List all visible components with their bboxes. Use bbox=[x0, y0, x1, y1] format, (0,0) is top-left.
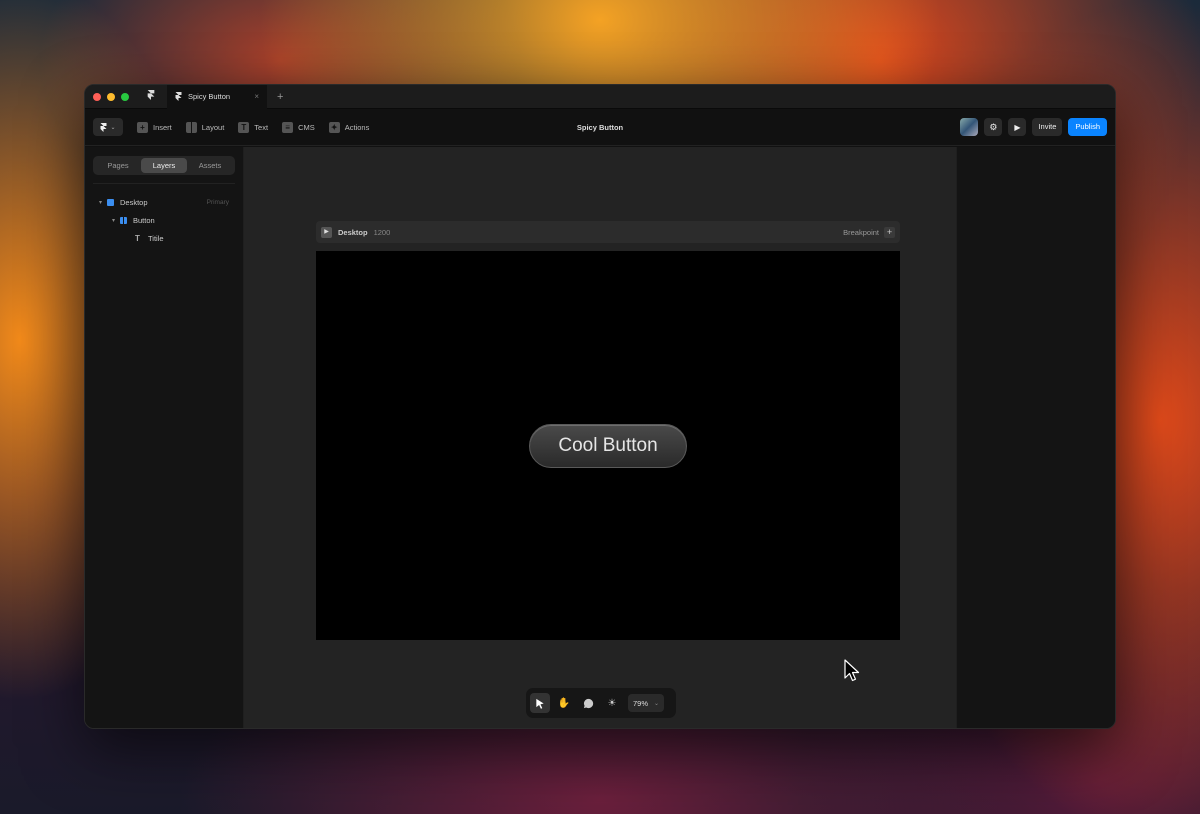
frame-name: Desktop bbox=[338, 227, 368, 237]
tab-layers[interactable]: Layers bbox=[141, 158, 187, 173]
hand-tool-button[interactable]: ✋ bbox=[554, 693, 574, 713]
text-icon: T bbox=[238, 121, 250, 133]
layout-icon bbox=[185, 121, 197, 133]
canvas-tool-bar: ✋ ☀ 79% ⌄ bbox=[526, 688, 676, 718]
breakpoint-control[interactable]: Breakpoint + bbox=[843, 226, 895, 238]
actions-button[interactable]: ✦ Actions bbox=[328, 121, 370, 133]
cms-label: CMS bbox=[298, 122, 315, 132]
layout-label: Layout bbox=[201, 122, 225, 132]
layer-title[interactable]: T Titile bbox=[85, 229, 243, 247]
properties-panel bbox=[956, 147, 1115, 728]
toolbar-right: ⚙ ▶ Invite Publish bbox=[960, 118, 1107, 136]
new-tab-button[interactable]: + bbox=[277, 91, 283, 103]
database-icon: ≡ bbox=[282, 121, 294, 133]
preview-button[interactable]: ▶ bbox=[1008, 118, 1027, 136]
frame-width: 1200 bbox=[373, 227, 391, 237]
framer-logo-icon[interactable] bbox=[143, 90, 159, 103]
layer-name: Titile bbox=[148, 233, 164, 243]
window-controls bbox=[93, 92, 129, 101]
tab-close-icon[interactable]: × bbox=[254, 92, 259, 101]
sidebar-tabs: Pages Layers Assets bbox=[93, 156, 235, 175]
layer-tree: ▾ Desktop Primary ▾ Button T Titile bbox=[85, 193, 243, 247]
publish-button[interactable]: Publish bbox=[1068, 118, 1107, 136]
close-window-button[interactable] bbox=[93, 92, 101, 101]
desktop-artboard[interactable]: Cool Button bbox=[316, 251, 900, 640]
layer-desktop[interactable]: ▾ Desktop Primary bbox=[85, 193, 243, 211]
gear-icon: ⚙ bbox=[989, 121, 998, 132]
title-bar: Spicy Button × + bbox=[85, 85, 1115, 109]
zoom-window-button[interactable] bbox=[121, 92, 129, 101]
caret-down-icon[interactable]: ▾ bbox=[99, 199, 107, 206]
comment-tool-button[interactable] bbox=[578, 693, 598, 713]
invite-button[interactable]: Invite bbox=[1032, 118, 1063, 136]
minimize-window-button[interactable] bbox=[107, 92, 115, 101]
zoom-select[interactable]: 79% ⌄ bbox=[628, 694, 665, 712]
tab-pages[interactable]: Pages bbox=[95, 158, 141, 173]
select-tool-button[interactable] bbox=[530, 693, 550, 713]
sidebar-divider bbox=[93, 183, 235, 184]
workspace: Pages Layers Assets ▾ Desktop Primary ▾ … bbox=[85, 147, 1115, 728]
canvas[interactable]: ▶ Desktop 1200 Breakpoint + Cool Button … bbox=[244, 147, 956, 728]
actions-label: Actions bbox=[344, 122, 370, 132]
theme-toggle-button[interactable]: ☀ bbox=[602, 693, 622, 713]
tab-title: Spicy Button bbox=[188, 92, 231, 101]
breakpoint-label: Breakpoint bbox=[843, 227, 879, 237]
chevron-down-icon: ⌄ bbox=[654, 700, 660, 707]
document-tab[interactable]: Spicy Button × bbox=[167, 85, 267, 109]
insert-button[interactable]: + Insert bbox=[137, 121, 172, 133]
add-breakpoint-icon[interactable]: + bbox=[884, 226, 895, 238]
text-icon: T bbox=[135, 233, 140, 243]
frame-header[interactable]: ▶ Desktop 1200 Breakpoint + bbox=[316, 221, 900, 243]
comment-icon bbox=[583, 698, 593, 708]
cms-button[interactable]: ≡ CMS bbox=[282, 121, 315, 133]
cool-button[interactable]: Cool Button bbox=[529, 424, 687, 468]
select-icon bbox=[536, 698, 544, 709]
tab-assets[interactable]: Assets bbox=[187, 158, 233, 173]
frame-icon bbox=[107, 198, 114, 206]
framer-tab-icon bbox=[175, 92, 182, 101]
layout-button[interactable]: Layout bbox=[185, 121, 225, 133]
app-window: Spicy Button × + ⌄ + Insert Layout T Tex… bbox=[84, 84, 1116, 729]
primary-tag: Primary bbox=[206, 198, 229, 206]
avatar[interactable] bbox=[960, 118, 979, 136]
toolbar: ⌄ + Insert Layout T Text ≡ CMS ✦ Actions… bbox=[85, 109, 1115, 146]
chevron-down-icon: ⌄ bbox=[110, 124, 116, 131]
theme-icon: ☀ bbox=[607, 697, 617, 709]
text-label: Text bbox=[254, 122, 269, 132]
caret-down-icon[interactable]: ▾ bbox=[112, 217, 120, 224]
main-menu-button[interactable]: ⌄ bbox=[93, 118, 123, 136]
zoom-value: 79% bbox=[633, 698, 649, 708]
mouse-cursor-icon bbox=[844, 659, 860, 682]
play-icon[interactable]: ▶ bbox=[321, 226, 332, 238]
hand-icon: ✋ bbox=[557, 697, 571, 709]
framer-menu-icon bbox=[100, 122, 107, 132]
layer-name: Button bbox=[133, 215, 155, 225]
plus-icon: + bbox=[137, 121, 148, 133]
settings-button[interactable]: ⚙ bbox=[984, 118, 1003, 136]
actions-icon: ✦ bbox=[328, 121, 340, 133]
text-button[interactable]: T Text bbox=[238, 121, 269, 133]
left-sidebar: Pages Layers Assets ▾ Desktop Primary ▾ … bbox=[85, 147, 244, 728]
insert-label: Insert bbox=[153, 122, 172, 132]
layer-button[interactable]: ▾ Button bbox=[85, 211, 243, 229]
stack-icon bbox=[120, 216, 127, 224]
play-icon: ▶ bbox=[1014, 122, 1021, 132]
layer-name: Desktop bbox=[120, 197, 148, 207]
